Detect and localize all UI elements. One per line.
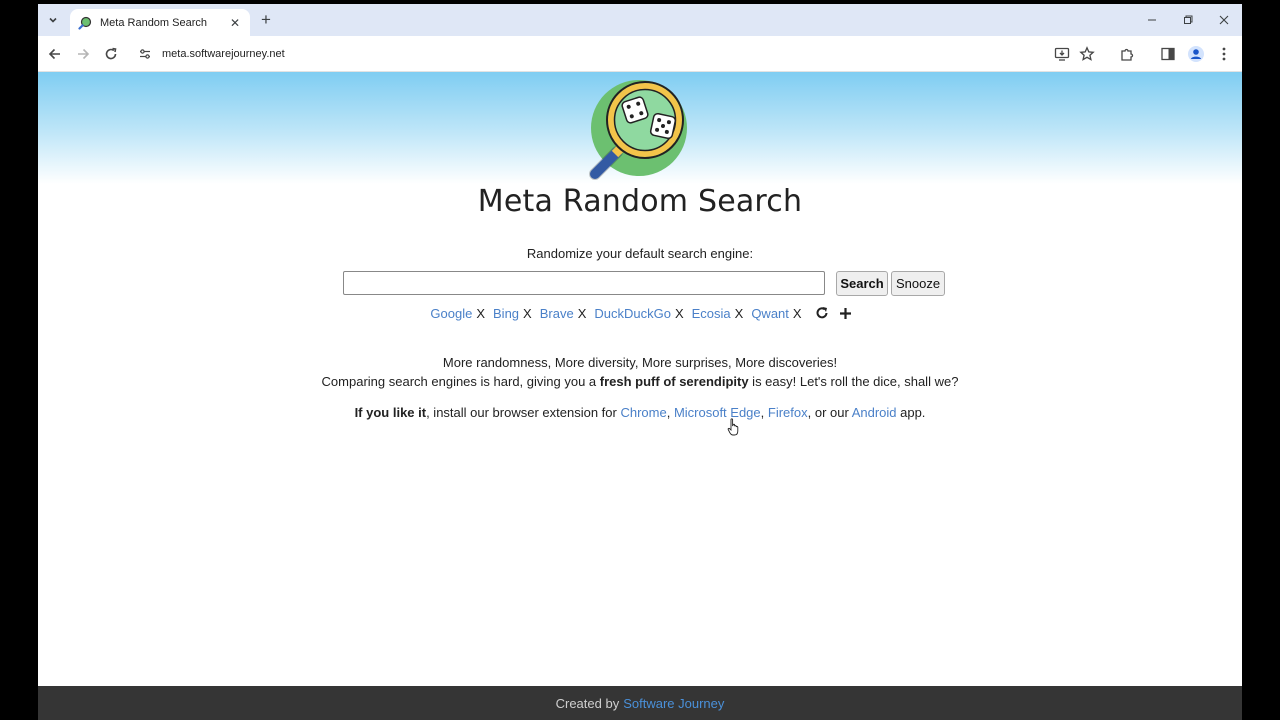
search-button[interactable]: Search	[836, 271, 888, 296]
search-input[interactable]	[343, 271, 825, 295]
chevron-down-icon	[49, 17, 57, 23]
reset-engines-icon[interactable]	[814, 305, 830, 321]
remove-engine-bing[interactable]: X	[523, 306, 532, 321]
minimize-icon	[1148, 19, 1156, 21]
tagline-bold: fresh puff of serendipity	[599, 374, 749, 389]
reload-button[interactable]	[100, 43, 122, 65]
arrow-left-icon	[48, 48, 60, 60]
browser-window: Meta Random Search ✕ + meta.softwarejour…	[38, 4, 1242, 720]
restore-icon	[1184, 15, 1193, 24]
remove-engine-brave[interactable]: X	[578, 306, 587, 321]
favicon-magnifier-icon	[78, 16, 92, 30]
back-button[interactable]	[44, 43, 66, 65]
tagline-line-2: Comparing search engines is hard, giving…	[38, 374, 1242, 389]
engine-item-google: Google X	[430, 306, 485, 321]
engine-item-duckduckgo: DuckDuckGo X	[594, 306, 683, 321]
profile-avatar-icon[interactable]	[1186, 44, 1206, 64]
ext-end: app.	[896, 405, 926, 420]
remove-engine-qwant[interactable]: X	[793, 306, 802, 321]
tagline-post: is easy! Let's roll the dice, shall we?	[748, 374, 959, 389]
android-link[interactable]: Android	[852, 405, 897, 420]
footer: Created by Software Journey	[38, 686, 1242, 720]
ext-separator-1: ,	[666, 405, 674, 420]
page-title: Meta Random Search	[477, 184, 803, 219]
snooze-button[interactable]: Snooze	[891, 271, 945, 296]
engine-item-brave: Brave X	[540, 306, 587, 321]
side-panel-icon[interactable]	[1158, 44, 1178, 64]
site-info-icon[interactable]	[138, 47, 152, 61]
firefox-link[interactable]: Firefox	[768, 405, 808, 420]
engine-item-ecosia: Ecosia X	[692, 306, 744, 321]
active-tab[interactable]: Meta Random Search ✕	[70, 9, 250, 36]
footer-author-link[interactable]: Software Journey	[623, 696, 724, 711]
subtitle: Randomize your default search engine:	[526, 246, 754, 261]
remove-engine-google[interactable]: X	[476, 306, 485, 321]
minimize-button[interactable]	[1140, 10, 1164, 30]
reload-icon	[105, 47, 117, 60]
tagline-line-1: More randomness, More diversity, More su…	[442, 355, 838, 370]
ext-separator-2: ,	[760, 405, 768, 420]
kebab-menu-icon[interactable]	[1214, 44, 1234, 64]
add-engine-icon[interactable]	[838, 305, 854, 321]
tab-strip: Meta Random Search ✕ +	[38, 4, 1242, 36]
engine-link-duckduckgo[interactable]: DuckDuckGo	[594, 306, 671, 321]
chrome-link[interactable]: Chrome	[620, 405, 666, 420]
engine-item-bing: Bing X	[493, 306, 532, 321]
engine-link-brave[interactable]: Brave	[540, 306, 574, 321]
arrow-right-icon	[78, 48, 90, 60]
footer-created-by: Created by	[555, 695, 620, 711]
hand-cursor-icon	[727, 418, 739, 436]
engine-link-bing[interactable]: Bing	[493, 306, 519, 321]
remove-engine-duckduckgo[interactable]: X	[675, 306, 684, 321]
restore-button[interactable]	[1176, 10, 1200, 30]
edge-link[interactable]: Microsoft Edge	[674, 405, 761, 420]
bookmark-star-icon[interactable]	[1077, 44, 1097, 64]
extensions-line: If you like it, install our browser exte…	[38, 405, 1242, 420]
engine-item-qwant: Qwant X	[751, 306, 801, 321]
tab-title: Meta Random Search	[100, 16, 207, 29]
url-text: meta.softwarejourney.net	[162, 48, 285, 60]
address-bar[interactable]: meta.softwarejourney.net	[130, 41, 1040, 67]
close-window-button[interactable]	[1212, 10, 1236, 30]
browser-toolbar: meta.softwarejourney.net	[38, 36, 1242, 72]
magnifier-dice-logo-icon	[589, 80, 687, 180]
engine-link-google[interactable]: Google	[430, 306, 472, 321]
tab-close-icon[interactable]: ✕	[228, 16, 242, 30]
engine-list: Google X Bing X Brave X DuckDuckGo X Eco…	[38, 305, 1242, 321]
page-content: Meta Random Search Randomize your defaul…	[38, 72, 1242, 720]
extensions-text: , install our browser extension for	[426, 405, 621, 420]
tagline-pre: Comparing search engines is hard, giving…	[321, 374, 600, 389]
close-icon	[1219, 15, 1229, 25]
remove-engine-ecosia[interactable]: X	[735, 306, 744, 321]
ext-separator-3: , or our	[807, 405, 852, 420]
engine-link-ecosia[interactable]: Ecosia	[692, 306, 731, 321]
extensions-bold: If you like it	[354, 405, 427, 420]
extensions-puzzle-icon[interactable]	[1117, 44, 1137, 64]
tab-search-button[interactable]	[42, 9, 64, 31]
new-tab-button[interactable]: +	[256, 10, 276, 30]
install-app-icon[interactable]	[1052, 44, 1072, 64]
engine-link-qwant[interactable]: Qwant	[751, 306, 789, 321]
forward-button[interactable]	[72, 43, 94, 65]
